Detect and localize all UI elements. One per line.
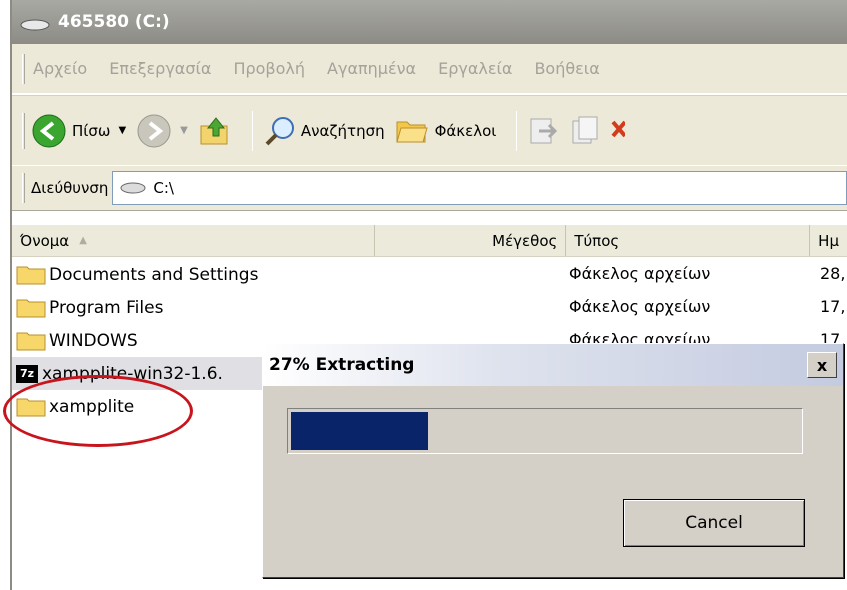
column-type[interactable]: Τύπος xyxy=(566,225,811,256)
column-size-label: Μέγεθος xyxy=(492,231,558,250)
address-label: Διεύθυνση xyxy=(31,179,109,197)
folder-icon xyxy=(16,332,46,350)
toolbar-grip xyxy=(22,112,25,149)
cancel-button[interactable]: Cancel xyxy=(623,499,805,547)
menu-grip xyxy=(22,53,25,84)
file-type: Φάκελος αρχείων xyxy=(569,297,711,316)
7z-archive-icon: 7z xyxy=(16,364,38,383)
sort-ascending-icon: ▲ xyxy=(79,235,87,246)
list-item[interactable]: Documents and Settings Φάκελος αρχείων 2… xyxy=(12,258,847,291)
dialog-title-bar[interactable]: 27% Extracting x xyxy=(263,344,843,386)
copy-to-button[interactable] xyxy=(569,115,601,147)
window-title: 465580 (C:) xyxy=(58,12,170,32)
address-input[interactable]: C:\ xyxy=(112,171,847,205)
column-date[interactable]: Ημ xyxy=(810,225,847,256)
copy-to-icon xyxy=(572,116,598,143)
file-type: Φάκελος αρχείων xyxy=(569,264,711,283)
drive-icon xyxy=(20,16,50,31)
list-item[interactable]: Program Files Φάκελος αρχείων 17, xyxy=(12,291,847,324)
menu-help[interactable]: Βοήθεια xyxy=(534,59,599,78)
up-folder-icon xyxy=(200,116,228,144)
menu-tools[interactable]: Εργαλεία xyxy=(438,59,512,78)
delete-button[interactable] xyxy=(611,116,626,146)
extract-progress-dialog: 27% Extracting x Cancel xyxy=(262,343,844,578)
search-icon xyxy=(265,116,294,145)
progress-fill xyxy=(291,412,429,450)
toolbar-separator xyxy=(516,110,518,151)
menu-edit[interactable]: Επεξεργασία xyxy=(109,59,211,78)
address-bar: Διεύθυνση C:\ xyxy=(12,165,847,211)
close-button[interactable]: x xyxy=(807,352,837,378)
annotation-circle xyxy=(3,375,193,447)
forward-dropdown-icon[interactable]: ▼ xyxy=(180,125,188,136)
forward-button[interactable]: ▼ xyxy=(136,113,188,149)
search-label: Αναζήτηση xyxy=(300,121,385,140)
column-type-label: Τύπος xyxy=(574,231,620,250)
back-dropdown-icon[interactable]: ▼ xyxy=(118,125,126,136)
file-name: WINDOWS xyxy=(49,330,138,351)
drive-icon xyxy=(120,182,146,194)
address-grip xyxy=(22,173,25,203)
menu-bar: Αρχείο Επεξεργασία Προβολή Αγαπημένα Εργ… xyxy=(12,44,847,94)
folder-icon xyxy=(16,299,46,317)
list-header: Όνομα ▲ Μέγεθος Τύπος Ημ xyxy=(12,225,847,257)
dialog-title: 27% Extracting xyxy=(269,355,415,375)
back-arrow-icon xyxy=(32,114,66,147)
up-folder-button[interactable] xyxy=(198,114,232,148)
search-button[interactable]: Αναζήτηση xyxy=(263,114,385,148)
toolbar: Πίσω ▼ ▼ Αναζήτηση Φάκελοι xyxy=(12,95,847,165)
move-to-icon xyxy=(530,118,558,143)
move-to-button[interactable] xyxy=(527,115,559,147)
delete-icon xyxy=(611,120,626,137)
menu-view[interactable]: Προβολή xyxy=(233,59,305,78)
menu-favorites[interactable]: Αγαπημένα xyxy=(327,59,416,78)
folders-label: Φάκελοι xyxy=(434,121,497,140)
progress-bar xyxy=(287,408,803,454)
folders-icon xyxy=(395,121,428,142)
file-date: 17, xyxy=(820,297,846,316)
back-label: Πίσω xyxy=(72,121,111,140)
toolbar-separator xyxy=(251,110,253,151)
file-date: 28, xyxy=(820,264,846,283)
menu-file[interactable]: Αρχείο xyxy=(33,59,87,78)
address-value: C:\ xyxy=(153,179,174,197)
back-button[interactable]: Πίσω ▼ xyxy=(31,113,126,149)
column-name[interactable]: Όνομα ▲ xyxy=(12,225,376,256)
folder-icon xyxy=(16,266,46,284)
forward-arrow-icon xyxy=(137,114,171,147)
column-date-label: Ημ xyxy=(818,231,839,250)
column-size[interactable]: Μέγεθος xyxy=(375,225,567,256)
column-name-label: Όνομα xyxy=(20,231,70,250)
file-name: Program Files xyxy=(49,297,164,318)
folders-button[interactable]: Φάκελοι xyxy=(395,116,497,146)
title-bar[interactable]: 465580 (C:) xyxy=(12,0,847,44)
file-name: Documents and Settings xyxy=(49,264,259,285)
